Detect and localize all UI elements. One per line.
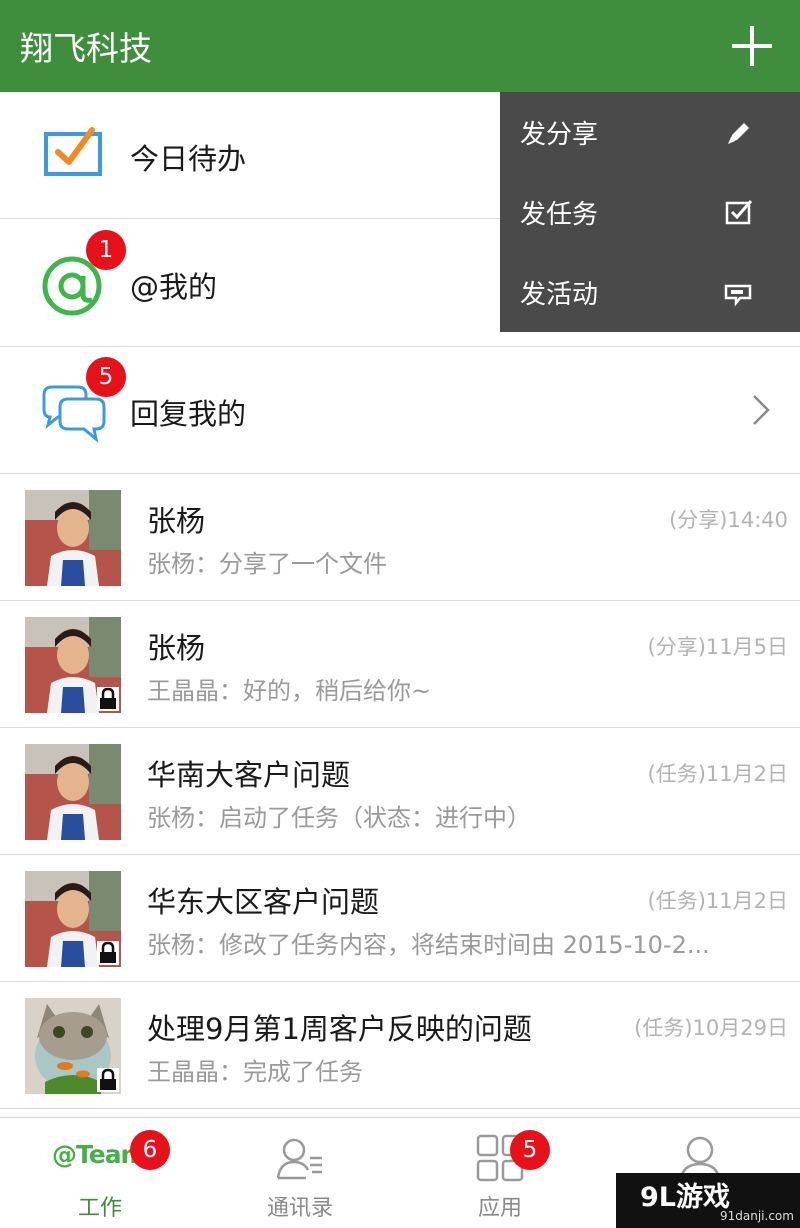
avatar bbox=[25, 744, 121, 840]
shortcut-replies[interactable]: 5 回复我的 bbox=[0, 347, 800, 474]
shortcut-label: 回复我的 bbox=[130, 397, 247, 431]
feed-item[interactable]: 张杨 (分享)14:40 张杨：分享了一个文件 bbox=[0, 474, 800, 601]
avatar-container bbox=[25, 998, 121, 1094]
feed-title: 张杨 bbox=[147, 504, 206, 538]
feed-title: 华南大客户问题 bbox=[147, 758, 351, 792]
lock-icon bbox=[97, 1068, 119, 1092]
feed-preview: 王晶晶：好的，稍后给你~ bbox=[147, 677, 432, 705]
pencil-icon bbox=[728, 123, 749, 144]
watermark-url: 91danji.com bbox=[720, 1209, 794, 1223]
megaphone-icon bbox=[724, 284, 752, 307]
feed-title: 张杨 bbox=[147, 631, 206, 665]
feed-item[interactable]: 华东大区客户问题 (任务)11月2日 张杨：修改了任务内容，将结束时间由 201… bbox=[0, 855, 800, 982]
avatar-container bbox=[25, 871, 121, 967]
feed-meta: (任务)11月2日 bbox=[647, 889, 788, 913]
tab-label: 工作 bbox=[77, 1196, 122, 1221]
app-header: 翔飞科技 bbox=[0, 0, 800, 92]
replies-badge: 5 bbox=[86, 357, 126, 397]
plus-icon[interactable] bbox=[732, 26, 772, 66]
menu-item-task[interactable]: 发任务 bbox=[500, 172, 800, 252]
tab-label: 应用 bbox=[477, 1196, 522, 1221]
feed-preview: 张杨：分享了一个文件 bbox=[147, 550, 387, 578]
shortcut-label: 今日待办 bbox=[130, 142, 247, 176]
menu-item-share[interactable]: 发分享 bbox=[500, 92, 800, 172]
menu-item-label: 发任务 bbox=[520, 200, 599, 230]
shortcut-label: @我的 bbox=[130, 270, 218, 304]
lock-icon bbox=[97, 941, 119, 965]
feed-title: 处理9月第1周客户反映的问题 bbox=[147, 1012, 532, 1046]
feed-meta: (任务)10月29日 bbox=[634, 1016, 788, 1040]
feed-preview: 张杨：修改了任务内容，将结束时间由 2015-10-2... bbox=[147, 931, 710, 959]
tab-apps[interactable]: 5 应用 bbox=[400, 1118, 600, 1228]
checkbox-icon bbox=[725, 200, 753, 225]
lock-icon bbox=[97, 687, 119, 711]
todo-check-icon bbox=[44, 127, 102, 176]
avatar bbox=[25, 490, 121, 586]
create-menu: 发分享 发任务 发活动 bbox=[500, 92, 800, 332]
menu-item-label: 发分享 bbox=[520, 120, 599, 150]
watermark-logo: 9L游戏 bbox=[640, 1182, 730, 1213]
feed-item[interactable]: 张杨 (分享)11月5日 王晶晶：好的，稍后给你~ bbox=[0, 601, 800, 728]
app-title: 翔飞科技 bbox=[20, 29, 152, 68]
site-watermark: 9L游戏 91danji.com bbox=[616, 1173, 800, 1228]
feed-title: 华东大区客户问题 bbox=[147, 885, 380, 919]
feed-preview: 王晶晶：完成了任务 bbox=[147, 1058, 363, 1086]
menu-item-label: 发活动 bbox=[520, 280, 599, 310]
feed-meta: (任务)11月2日 bbox=[647, 762, 788, 786]
feed-preview: 张杨：启动了任务（状态：进行中） bbox=[147, 804, 531, 832]
menu-item-event[interactable]: 发活动 bbox=[500, 252, 800, 332]
tab-contacts[interactable]: 通讯录 bbox=[200, 1118, 400, 1228]
tab-apps-badge: 5 bbox=[510, 1130, 550, 1170]
tab-label: 通讯录 bbox=[266, 1196, 333, 1221]
tab-work-badge: 6 bbox=[130, 1130, 170, 1170]
contacts-icon bbox=[276, 1138, 322, 1180]
chevron-right-icon bbox=[753, 395, 770, 425]
feed-item[interactable]: 处理9月第1周客户反映的问题 (任务)10月29日 王晶晶：完成了任务 bbox=[0, 982, 800, 1109]
feed-meta: (分享)14:40 bbox=[669, 508, 788, 532]
feed-meta: (分享)11月5日 bbox=[647, 635, 788, 659]
avatar-container bbox=[25, 617, 121, 713]
at-badge: 1 bbox=[86, 230, 126, 270]
feed-item[interactable]: 华南大客户问题 (任务)11月2日 张杨：启动了任务（状态：进行中） bbox=[0, 728, 800, 855]
tab-work[interactable]: @Team 6 工作 bbox=[0, 1118, 200, 1228]
